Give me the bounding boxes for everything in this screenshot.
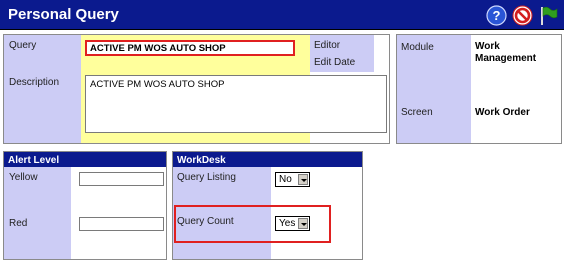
query-name-value: ACTIVE PM WOS AUTO SHOP xyxy=(90,43,226,54)
editor-label: Editor xyxy=(314,40,341,51)
workdesk-header: WorkDesk xyxy=(173,152,362,167)
description-value: ACTIVE PM WOS AUTO SHOP xyxy=(90,79,225,90)
workdesk-panel: WorkDesk Query Listing No Query Count Ye… xyxy=(172,151,363,260)
red-label: Red xyxy=(9,218,28,229)
query-count-label: Query Count xyxy=(177,216,234,227)
query-name-field[interactable]: ACTIVE PM WOS AUTO SHOP xyxy=(85,40,295,56)
yellow-input[interactable] xyxy=(79,172,164,186)
query-listing-label: Query Listing xyxy=(177,172,236,183)
query-listing-select[interactable]: No xyxy=(275,172,310,187)
query-label-column xyxy=(4,35,81,143)
module-value: Work Management xyxy=(475,41,537,64)
yellow-label: Yellow xyxy=(9,172,38,183)
screen-value: Work Order xyxy=(475,107,530,118)
title-bar: Personal Query ? xyxy=(0,0,564,30)
chevron-down-icon xyxy=(298,174,308,185)
cancel-icon[interactable] xyxy=(512,5,533,26)
svg-text:?: ? xyxy=(493,8,501,23)
alert-level-header: Alert Level xyxy=(4,152,166,167)
edit-date-label: Edit Date xyxy=(314,57,356,68)
description-textarea[interactable]: ACTIVE PM WOS AUTO SHOP xyxy=(85,75,387,133)
module-label: Module xyxy=(401,42,434,53)
alert-level-panel: Alert Level Yellow Red xyxy=(3,151,167,260)
screen-label: Screen xyxy=(401,107,433,118)
query-panel: Query Description ACTIVE PM WOS AUTO SHO… xyxy=(3,34,390,144)
chevron-down-icon xyxy=(298,218,308,229)
help-icon[interactable]: ? xyxy=(486,5,507,26)
query-label: Query xyxy=(9,40,37,51)
description-label: Description xyxy=(9,77,60,88)
query-count-value: Yes xyxy=(279,218,296,229)
query-count-select[interactable]: Yes xyxy=(275,216,310,231)
query-listing-value: No xyxy=(279,174,292,185)
module-panel: Module Work Management Screen Work Order xyxy=(396,34,562,144)
red-input[interactable] xyxy=(79,217,164,231)
flag-icon[interactable] xyxy=(538,5,559,26)
page-title: Personal Query xyxy=(8,6,119,23)
